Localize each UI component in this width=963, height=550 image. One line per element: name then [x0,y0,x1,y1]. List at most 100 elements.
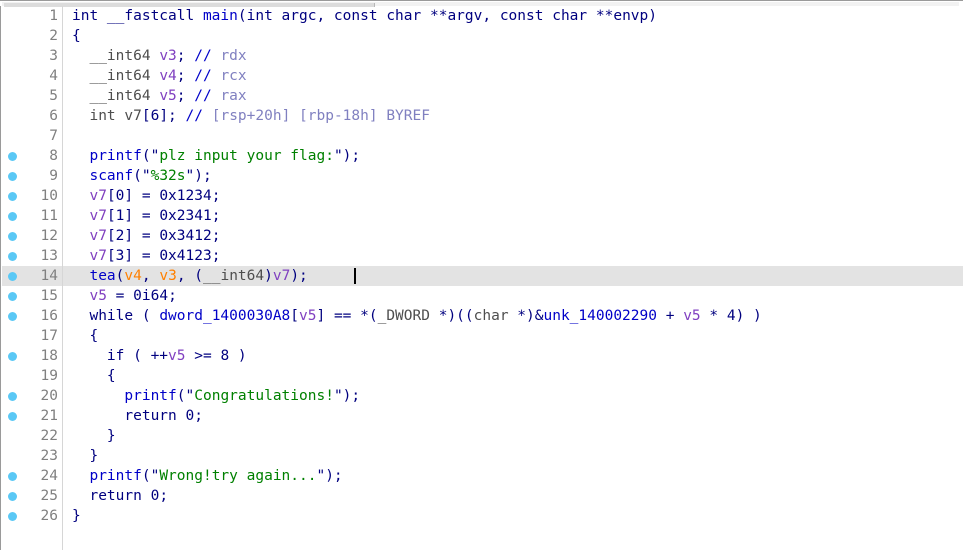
code-line[interactable]: 22 } [2,426,963,446]
breakpoint-gutter[interactable] [2,426,24,446]
breakpoint-gutter[interactable] [2,406,24,426]
breakpoint-dot-icon[interactable] [8,252,17,261]
code-token: __int64 [203,268,265,284]
breakpoint-dot-icon[interactable] [8,492,17,501]
breakpoint-gutter[interactable] [2,386,24,406]
code-line-text[interactable]: while ( dword_1400030A8[v5] == *(_DWORD … [72,306,963,326]
breakpoint-dot-icon[interactable] [8,212,17,221]
code-line-text[interactable]: return 0; [72,486,963,506]
breakpoint-gutter[interactable] [2,126,24,146]
code-line[interactable]: 20 printf("Congratulations!"); [2,386,963,406]
code-line-text[interactable]: printf("Wrong!try again..."); [72,466,963,486]
breakpoint-gutter[interactable] [2,246,24,266]
code-line[interactable]: 9 scanf("%32s"); [2,166,963,186]
code-line-text[interactable]: if ( ++v5 >= 8 ) [72,346,963,366]
breakpoint-gutter[interactable] [2,326,24,346]
code-line[interactable]: 10 v7[0] = 0x1234; [2,186,963,206]
line-number: 12 [40,228,58,244]
code-line-text[interactable]: v7[1] = 0x2341; [72,206,963,226]
breakpoint-dot-icon[interactable] [8,312,17,321]
code-line[interactable]: 13 v7[3] = 0x4123; [2,246,963,266]
breakpoint-gutter[interactable] [2,6,24,26]
breakpoint-dot-icon[interactable] [8,292,17,301]
code-line[interactable]: 25 return 0; [2,486,963,506]
code-line-text[interactable]: v7[3] = 0x4123; [72,246,963,266]
breakpoint-dot-icon[interactable] [8,512,17,521]
breakpoint-gutter[interactable] [2,346,24,366]
code-line-text[interactable]: printf("Congratulations!"); [72,386,963,406]
breakpoint-gutter[interactable] [2,446,24,466]
code-line-text[interactable]: } [72,506,963,526]
breakpoint-gutter[interactable] [2,66,24,86]
code-line-text[interactable]: { [72,326,963,346]
code-line[interactable]: 12 v7[2] = 0x3412; [2,226,963,246]
code-line-text[interactable]: int __fastcall main(int argc, const char… [72,6,963,26]
code-line[interactable]: 1 int __fastcall main(int argc, const cha… [2,6,963,26]
code-line-text[interactable]: __int64 v5; // rax [72,86,963,106]
code-line-text[interactable]: } [72,426,963,446]
code-line-text[interactable]: __int64 v3; // rdx [72,46,963,66]
code-token: [ [106,208,116,224]
code-line[interactable]: 11 v7[1] = 0x2341; [2,206,963,226]
code-line[interactable]: 15 v5 = 0i64; [2,286,963,306]
breakpoint-dot-icon[interactable] [8,412,17,421]
breakpoint-gutter[interactable] [2,86,24,106]
code-line[interactable]: 4 __int64 v4; // rcx [2,66,963,86]
code-line[interactable]: 19 { [2,366,963,386]
breakpoint-gutter[interactable] [2,106,24,126]
line-number: 16 [40,308,58,324]
code-line-text[interactable]: printf("plz input your flag:"); [72,146,963,166]
code-line[interactable]: 2{ [2,26,963,46]
code-line-text[interactable]: v7[0] = 0x1234; [72,186,963,206]
breakpoint-dot-icon[interactable] [8,352,17,361]
code-line-text[interactable]: v5 = 0i64; [72,286,963,306]
breakpoint-gutter[interactable] [2,46,24,66]
breakpoint-dot-icon[interactable] [8,392,17,401]
breakpoint-gutter[interactable] [2,226,24,246]
code-line[interactable]: 3 __int64 v3; // rdx [2,46,963,66]
code-line[interactable]: 23 } [2,446,963,466]
breakpoint-dot-icon[interactable] [8,232,17,241]
breakpoint-dot-icon[interactable] [8,152,17,161]
code-line[interactable]: 26} [2,506,963,526]
breakpoint-gutter[interactable] [2,266,24,286]
code-line-text[interactable]: { [72,26,963,46]
code-line[interactable]: 18 if ( ++v5 >= 8 ) [2,346,963,366]
code-line-text[interactable]: __int64 v4; // rcx [72,66,963,86]
code-line-text[interactable]: } [72,446,963,466]
line-number: 10 [40,188,58,204]
code-line-text[interactable]: { [72,366,963,386]
code-line-text[interactable]: return 0; [72,406,963,426]
code-token: printf [89,468,142,484]
breakpoint-gutter[interactable] [2,166,24,186]
code-line[interactable]: 6 int v7[6]; // [rsp+20h] [rbp-18h] BYRE… [2,106,963,126]
breakpoint-dot-icon[interactable] [8,272,17,281]
breakpoint-gutter[interactable] [2,186,24,206]
code-line[interactable]: 8 printf("plz input your flag:"); [2,146,963,166]
breakpoint-gutter[interactable] [2,506,24,526]
breakpoint-gutter[interactable] [2,466,24,486]
breakpoint-dot-icon[interactable] [8,472,17,481]
code-line[interactable]: 16 while ( dword_1400030A8[v5] == *(_DWO… [2,306,963,326]
breakpoint-gutter[interactable] [2,26,24,46]
code-line-text[interactable]: tea(v4, v3, (__int64)v7); [72,266,963,286]
code-line-text[interactable]: v7[2] = 0x3412; [72,226,963,246]
code-line[interactable]: 24 printf("Wrong!try again..."); [2,466,963,486]
breakpoint-dot-icon[interactable] [8,192,17,201]
code-line[interactable]: 14 tea(v4, v3, (__int64)v7); [2,266,963,286]
code-line[interactable]: 21 return 0; [2,406,963,426]
breakpoint-dot-icon[interactable] [8,172,17,181]
breakpoint-gutter[interactable] [2,286,24,306]
pseudocode-code-area[interactable]: 1 int __fastcall main(int argc, const cha… [2,6,963,550]
code-line-text[interactable]: int v7[6]; // [rsp+20h] [rbp-18h] BYREF [72,106,963,126]
breakpoint-gutter[interactable] [2,146,24,166]
code-line-text[interactable]: scanf("%32s"); [72,166,963,186]
breakpoint-gutter[interactable] [2,206,24,226]
breakpoint-gutter[interactable] [2,486,24,506]
breakpoint-gutter[interactable] [2,366,24,386]
code-line[interactable]: 5 __int64 v5; // rax [2,86,963,106]
code-line[interactable]: 17 { [2,326,963,346]
code-line[interactable]: 7 [2,126,963,146]
breakpoint-gutter[interactable] [2,306,24,326]
